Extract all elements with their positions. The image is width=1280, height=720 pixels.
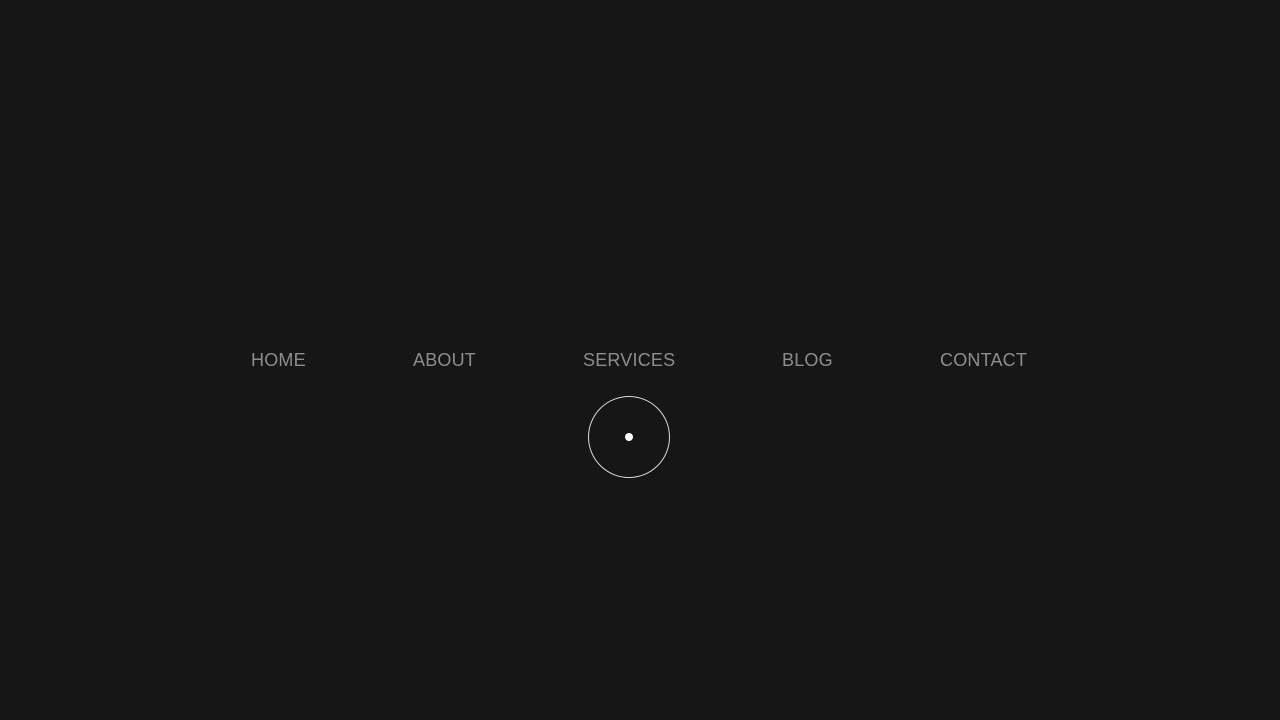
nav-item-blog[interactable]: BLOG [782,347,833,373]
page-background: HOME ABOUT SERVICES BLOG CONTACT [0,0,1280,720]
nav-item-contact[interactable]: CONTACT [940,347,1027,373]
nav-item-services[interactable]: SERVICES [583,347,675,373]
nav-item-about[interactable]: ABOUT [413,347,476,373]
nav-item-home[interactable]: HOME [251,347,306,373]
main-navigation: HOME ABOUT SERVICES BLOG CONTACT [0,347,1280,373]
custom-cursor-dot [625,433,633,441]
